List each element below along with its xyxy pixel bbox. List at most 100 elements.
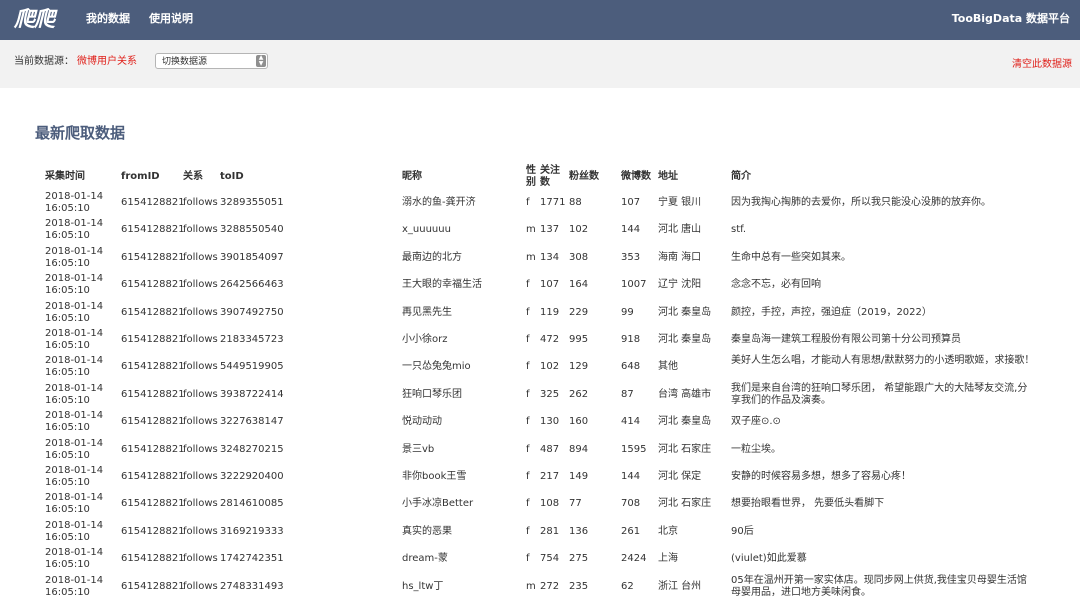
cell-follow-count: 102	[540, 361, 560, 373]
cell-from-id: 6154128821	[121, 279, 185, 291]
cell-address: 河北 唐山	[658, 224, 702, 236]
cell-intro: 双子座⊙.⊙	[731, 416, 781, 428]
cell-follow-count: 217	[540, 471, 560, 482]
cell-from-id: 6154128821	[121, 306, 185, 318]
cell-from-id: 6154128821	[121, 224, 185, 236]
cell-fans-count: 88	[569, 197, 582, 208]
cell-sex: f	[526, 361, 530, 373]
cell-sex: f	[526, 416, 530, 428]
cell-from-id: 6154128821	[121, 416, 185, 428]
current-source-value: 微博用户关系	[77, 56, 137, 67]
cell-time: 2018-01-14 16:05:10	[45, 519, 104, 543]
cell-relation: follows	[183, 306, 218, 318]
col-header-time: 采集时间	[45, 171, 85, 182]
cell-to-id: 3938722414	[220, 388, 284, 400]
cell-time: 2018-01-14 16:05:10	[45, 492, 104, 516]
cell-to-id: 3248270215	[220, 443, 284, 455]
cell-from-id: 6154128821	[121, 553, 185, 565]
cell-intro: 美好人生怎么唱，才能动人有思想/默默努力的小透明歌姬，求接歌！	[731, 355, 1035, 367]
platform-brand[interactable]: TooBigData 数据平台	[952, 12, 1070, 26]
cell-fans-count: 77	[569, 498, 582, 510]
cell-weibo-count: 144	[621, 224, 641, 236]
cell-fans-count: 235	[569, 580, 589, 592]
cell-address: 其他	[658, 361, 678, 373]
clear-source-link[interactable]: 清空此数据源	[1012, 58, 1072, 71]
cell-fans-count: 164	[569, 279, 589, 291]
cell-sex: f	[526, 279, 530, 291]
cell-sex: f	[526, 443, 530, 455]
col-header-relation: 关系	[183, 171, 203, 182]
cell-weibo-count: 353	[621, 251, 641, 263]
cell-nickname: 小小徐orz	[402, 334, 448, 345]
cell-sex: m	[526, 251, 536, 263]
cell-follow-count: 272	[540, 580, 560, 592]
nav-usage-guide[interactable]: 使用说明	[149, 12, 193, 26]
cell-time: 2018-01-14 16:05:10	[45, 547, 104, 571]
cell-follow-count: 130	[540, 416, 560, 428]
cell-nickname: 小手冰凉Better	[402, 498, 474, 510]
cell-from-id: 6154128821	[121, 388, 185, 400]
cell-address: 上海	[658, 553, 678, 565]
cell-sex: f	[526, 525, 530, 537]
cell-nickname: hs_ltw丁	[402, 580, 444, 592]
cell-to-id: 2183345723	[220, 334, 284, 345]
cell-address: 海南 海口	[658, 251, 702, 263]
cell-intro: 想要抬眼看世界， 先要低头看脚下	[731, 498, 885, 510]
cell-relation: follows	[183, 525, 218, 537]
cell-relation: follows	[183, 334, 218, 345]
cell-follow-count: 487	[540, 443, 560, 455]
cell-to-id: 3288550540	[220, 224, 284, 236]
cell-relation: follows	[183, 361, 218, 373]
select-arrows-icon: ▲ ▼	[256, 55, 266, 67]
cell-address: 台湾 高雄市	[658, 388, 712, 400]
cell-sex: f	[526, 553, 530, 565]
cell-time: 2018-01-14 16:05:10	[45, 410, 104, 434]
cell-relation: follows	[183, 443, 218, 455]
cell-address: 河北 石家庄	[658, 498, 712, 510]
cell-to-id: 3907492750	[220, 306, 284, 318]
cell-from-id: 6154128821	[121, 251, 185, 263]
cell-nickname: 最南边的北方	[402, 251, 462, 263]
cell-weibo-count: 107	[621, 197, 641, 208]
cell-sex: f	[526, 197, 530, 208]
cell-intro: 颜控，手控，声控，强迫症（2019，2022）	[731, 306, 932, 318]
cell-weibo-count: 414	[621, 416, 641, 428]
cell-address: 浙江 台州	[658, 580, 702, 592]
cell-fans-count: 308	[569, 251, 589, 263]
cell-fans-count: 149	[569, 471, 589, 482]
cell-weibo-count: 261	[621, 525, 641, 537]
section-title: 最新爬取数据	[35, 124, 126, 142]
cell-address: 宁夏 银川	[658, 197, 702, 208]
cell-time: 2018-01-14 16:05:10	[45, 382, 104, 406]
cell-weibo-count: 62	[621, 580, 634, 592]
cell-time: 2018-01-14 16:05:10	[45, 273, 104, 297]
cell-sex: m	[526, 580, 536, 592]
app-logo[interactable]: 爬爬	[14, 6, 55, 32]
cell-follow-count: 754	[540, 553, 560, 565]
cell-time: 2018-01-14 16:05:10	[45, 328, 104, 351]
cell-time: 2018-01-14 16:05:10	[45, 355, 104, 379]
cell-fans-count: 275	[569, 553, 589, 565]
cell-weibo-count: 648	[621, 361, 641, 373]
cell-from-id: 6154128821	[121, 334, 185, 345]
cell-weibo-count: 1595	[621, 443, 647, 455]
cell-to-id: 5449519905	[220, 361, 284, 373]
cell-intro: 05年在温州开第一家实体店。现同步网上供货,我佳宝贝母婴生活馆母婴用品，进口地方…	[731, 574, 1027, 598]
top-navbar: 爬爬 我的数据 使用说明 TooBigData 数据平台	[0, 0, 1080, 40]
current-source-label: 当前数据源：	[14, 56, 74, 67]
cell-intro: 一粒尘埃。	[731, 443, 781, 455]
nav-my-data[interactable]: 我的数据	[86, 12, 130, 26]
cell-from-id: 6154128821	[121, 498, 185, 510]
cell-nickname: 溺水的鱼-龚开济	[402, 197, 476, 208]
cell-nickname: 非你book王雪	[402, 471, 467, 482]
cell-from-id: 6154128821	[121, 197, 185, 208]
cell-intro: 因为我掏心掏肺的去爱你，所以我只能没心没肺的放弃你。	[731, 197, 991, 208]
cell-from-id: 6154128821	[121, 361, 185, 373]
cell-nickname: 王大眼的幸福生活	[402, 279, 482, 291]
switch-source-select[interactable]: 切换数据源 ▲ ▼	[155, 53, 268, 69]
cell-time: 2018-01-14 16:05:10	[45, 437, 104, 461]
cell-fans-count: 229	[569, 306, 589, 318]
cell-address: 北京	[658, 525, 678, 537]
cell-sex: f	[526, 388, 530, 400]
cell-relation: follows	[183, 498, 218, 510]
